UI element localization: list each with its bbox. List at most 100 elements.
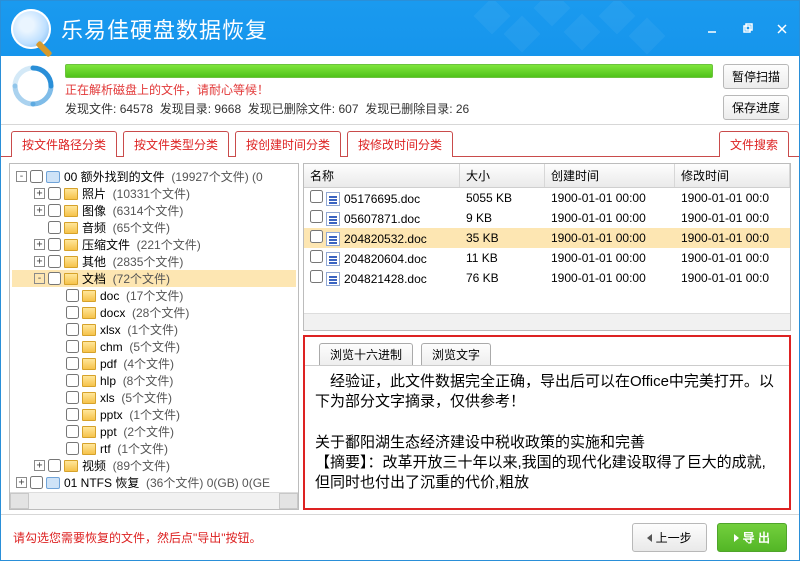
file-row[interactable]: 05607871.doc9 KB1900-01-01 00:001900-01-… <box>304 208 790 228</box>
folder-tree[interactable]: -00 额外找到的文件 (19927个文件) (0+照片 (10331个文件)+… <box>10 164 298 492</box>
expand-toggle[interactable]: + <box>34 205 45 216</box>
preview-tab-hex[interactable]: 浏览十六进制 <box>319 343 413 365</box>
col-mtime[interactable]: 修改时间 <box>675 164 790 187</box>
restore-button[interactable] <box>729 16 764 42</box>
tree-count: (17个文件) <box>126 287 183 304</box>
tree-checkbox[interactable] <box>48 272 61 285</box>
expand-toggle[interactable]: - <box>16 171 27 182</box>
tree-node[interactable]: pptx (1个文件) <box>12 406 296 423</box>
title-bar: 乐易佳硬盘数据恢复 <box>1 1 799 56</box>
tree-node[interactable]: xlsx (1个文件) <box>12 321 296 338</box>
tree-node[interactable]: -文档 (72个文件) <box>12 270 296 287</box>
tree-checkbox[interactable] <box>30 170 43 183</box>
file-list-h-scrollbar[interactable] <box>304 313 790 330</box>
tree-checkbox[interactable] <box>30 476 43 489</box>
expand-toggle[interactable]: + <box>16 477 27 488</box>
tree-label: rtf <box>100 442 117 456</box>
tree-label: 音频 <box>82 219 113 236</box>
tree-checkbox[interactable] <box>66 425 79 438</box>
tree-checkbox[interactable] <box>66 357 79 370</box>
tree-node[interactable]: -00 额外找到的文件 (19927个文件) (0 <box>12 168 296 185</box>
tab-by-mtime[interactable]: 按修改时间分类 <box>347 131 453 157</box>
col-name[interactable]: 名称 <box>304 164 460 187</box>
tree-h-scrollbar[interactable] <box>10 492 298 509</box>
file-row[interactable]: 05176695.doc5055 KB1900-01-01 00:001900-… <box>304 188 790 208</box>
tree-node[interactable]: +视频 (89个文件) <box>12 457 296 474</box>
tree-node[interactable]: 音频 (65个文件) <box>12 219 296 236</box>
tree-node[interactable]: docx (28个文件) <box>12 304 296 321</box>
file-name: 05607871.doc <box>344 212 420 226</box>
tree-node[interactable]: chm (5个文件) <box>12 338 296 355</box>
expand-toggle[interactable]: + <box>34 239 45 250</box>
tree-node[interactable]: ppt (2个文件) <box>12 423 296 440</box>
tree-checkbox[interactable] <box>66 289 79 302</box>
file-list-body[interactable]: 05176695.doc5055 KB1900-01-01 00:001900-… <box>304 188 790 313</box>
expand-toggle[interactable]: - <box>34 273 45 284</box>
expand-toggle[interactable]: + <box>34 460 45 471</box>
tree-checkbox[interactable] <box>48 204 61 217</box>
tree-checkbox[interactable] <box>48 238 61 251</box>
tree-count: (1个文件) <box>117 440 168 457</box>
tree-node[interactable]: xls (5个文件) <box>12 389 296 406</box>
tree-checkbox[interactable] <box>66 374 79 387</box>
col-ctime[interactable]: 创建时间 <box>545 164 675 187</box>
file-mtime: 1900-01-01 00:0 <box>675 191 790 205</box>
tree-label: 视频 <box>82 457 113 474</box>
tree-node[interactable]: +图像 (6314个文件) <box>12 202 296 219</box>
doc-icon <box>326 192 340 206</box>
file-row[interactable]: 204820604.doc11 KB1900-01-01 00:001900-0… <box>304 248 790 268</box>
col-size[interactable]: 大小 <box>460 164 545 187</box>
tab-by-ctime[interactable]: 按创建时间分类 <box>235 131 341 157</box>
file-mtime: 1900-01-01 00:0 <box>675 211 790 225</box>
file-checkbox[interactable] <box>310 250 323 263</box>
save-progress-button[interactable]: 保存进度 <box>723 95 789 120</box>
file-checkbox[interactable] <box>310 270 323 283</box>
tab-by-type[interactable]: 按文件类型分类 <box>123 131 229 157</box>
tree-node[interactable]: +压缩文件 (221个文件) <box>12 236 296 253</box>
main-area: -00 额外找到的文件 (19927个文件) (0+照片 (10331个文件)+… <box>1 157 799 514</box>
export-button[interactable]: 导 出 <box>717 523 787 552</box>
tree-checkbox[interactable] <box>48 255 61 268</box>
expand-toggle[interactable]: + <box>34 256 45 267</box>
tree-node[interactable]: doc (17个文件) <box>12 287 296 304</box>
folder-icon <box>64 205 78 217</box>
folder-icon <box>64 222 78 234</box>
footer: 请勾选您需要恢复的文件，然后点"导出"按钮。 上一步 导 出 <box>1 514 799 560</box>
tree-checkbox[interactable] <box>66 323 79 336</box>
file-checkbox[interactable] <box>310 210 323 223</box>
tree-checkbox[interactable] <box>66 391 79 404</box>
file-row[interactable]: 204820532.doc35 KB1900-01-01 00:001900-0… <box>304 228 790 248</box>
doc-icon <box>326 212 340 226</box>
tree-checkbox[interactable] <box>66 340 79 353</box>
tree-count: (5个文件) <box>129 338 180 355</box>
tree-checkbox[interactable] <box>48 459 61 472</box>
preview-tab-text[interactable]: 浏览文字 <box>421 343 491 365</box>
tab-search[interactable]: 文件搜索 <box>719 131 789 157</box>
tree-count: (65个文件) <box>113 219 170 236</box>
file-row[interactable]: 204821428.doc76 KB1900-01-01 00:001900-0… <box>304 268 790 288</box>
tree-checkbox[interactable] <box>66 306 79 319</box>
tree-node[interactable]: pdf (4个文件) <box>12 355 296 372</box>
doc-icon <box>326 232 340 246</box>
close-button[interactable] <box>764 16 799 42</box>
tab-by-path[interactable]: 按文件路径分类 <box>11 131 117 157</box>
app-title: 乐易佳硬盘数据恢复 <box>61 13 268 45</box>
file-checkbox[interactable] <box>310 190 323 203</box>
prev-step-button[interactable]: 上一步 <box>632 523 707 552</box>
expand-toggle[interactable]: + <box>34 188 45 199</box>
tree-node[interactable]: hlp (8个文件) <box>12 372 296 389</box>
file-size: 35 KB <box>460 231 545 245</box>
tree-node[interactable]: +照片 (10331个文件) <box>12 185 296 202</box>
minimize-button[interactable] <box>694 16 729 42</box>
progress-info: 正在解析磁盘上的文件，请耐心等候！ 发现文件: 64578 发现目录: 9668… <box>65 64 713 117</box>
tree-node[interactable]: +01 NTFS 恢复 (36个文件) 0(GB) 0(GE <box>12 474 296 491</box>
pause-scan-button[interactable]: 暂停扫描 <box>723 64 789 89</box>
tree-node[interactable]: rtf (1个文件) <box>12 440 296 457</box>
file-checkbox[interactable] <box>310 230 323 243</box>
tree-checkbox[interactable] <box>66 442 79 455</box>
tree-label: hlp <box>100 374 123 388</box>
tree-checkbox[interactable] <box>48 221 61 234</box>
tree-checkbox[interactable] <box>66 408 79 421</box>
tree-checkbox[interactable] <box>48 187 61 200</box>
tree-node[interactable]: +其他 (2835个文件) <box>12 253 296 270</box>
